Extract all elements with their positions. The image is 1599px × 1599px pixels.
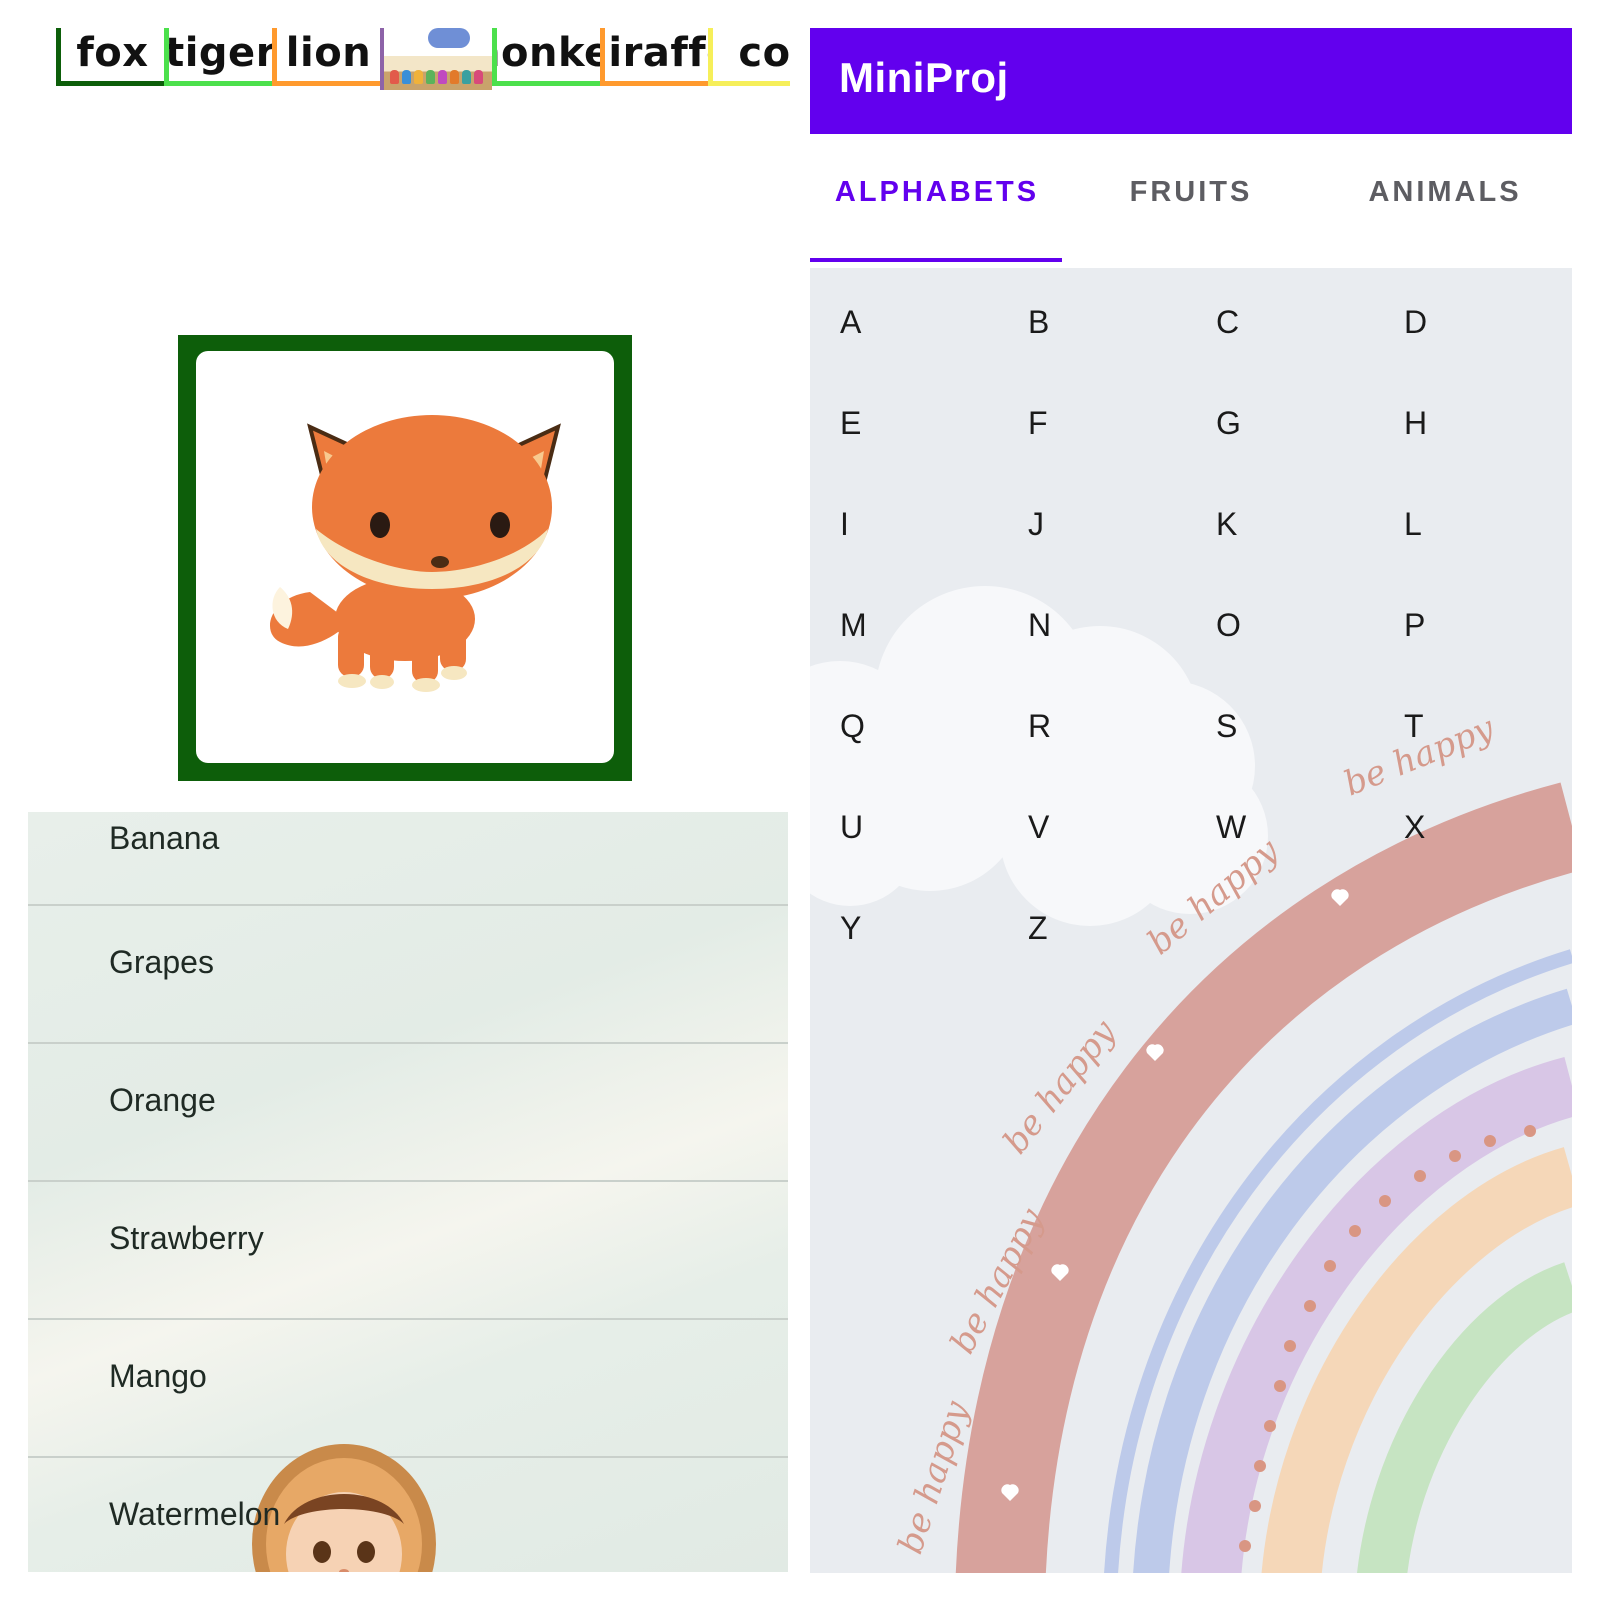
- letter-cell-r[interactable]: R: [1028, 708, 1088, 745]
- letter-cell-s[interactable]: S: [1216, 708, 1276, 745]
- fruit-label: Mango: [109, 1358, 207, 1394]
- letter-cell-a[interactable]: A: [840, 304, 900, 341]
- fruit-list-item[interactable]: Strawberry: [28, 1182, 788, 1320]
- fruit-label: Banana: [109, 820, 220, 856]
- letter-cell-u[interactable]: U: [840, 809, 900, 846]
- child-figure-icon: [450, 70, 459, 84]
- letter-cell-x[interactable]: X: [1404, 809, 1464, 846]
- strip-picture-card[interactable]: [380, 28, 492, 90]
- child-figure-icon: [474, 70, 483, 84]
- rainbow-wallpaper: be happy be happy be happy be happy be h…: [810, 586, 1572, 1573]
- fruit-label: Grapes: [109, 944, 214, 980]
- child-figure-icon: [438, 70, 447, 84]
- fruit-label: Strawberry: [109, 1220, 264, 1256]
- letter-cell-e[interactable]: E: [840, 405, 900, 442]
- tab-bar: ALPHABETS FRUITS ANIMALS: [810, 134, 1572, 268]
- letter-cell-h[interactable]: H: [1404, 405, 1464, 442]
- child-figure-icon: [426, 70, 435, 84]
- left-panel: foxtigerlion monkeygiraffeco: [0, 0, 800, 1599]
- letter-cell-v[interactable]: V: [1028, 809, 1088, 846]
- tab-alphabets[interactable]: ALPHABETS: [810, 176, 1064, 268]
- selected-animal-card: [196, 351, 614, 763]
- letter-cell-z[interactable]: Z: [1028, 910, 1088, 947]
- fruit-list-item[interactable]: Orange: [28, 1044, 788, 1182]
- fruit-label: Orange: [109, 1082, 216, 1118]
- letter-cell-f[interactable]: F: [1028, 405, 1088, 442]
- animal-card-fox[interactable]: fox: [56, 28, 164, 86]
- child-figure-icon: [414, 70, 423, 84]
- tab-fruits[interactable]: FRUITS: [1064, 176, 1318, 268]
- letter-cell-o[interactable]: O: [1216, 607, 1276, 644]
- app-screen: MiniProj ALPHABETS FRUITS ANIMALS be hap…: [810, 28, 1572, 1573]
- letter-cell-b[interactable]: B: [1028, 304, 1088, 341]
- letter-cell-g[interactable]: G: [1216, 405, 1276, 442]
- app-title: MiniProj: [839, 54, 1009, 101]
- app-bar: MiniProj: [810, 28, 1572, 134]
- animal-card-tiger[interactable]: tiger: [164, 28, 272, 86]
- letter-cell-n[interactable]: N: [1028, 607, 1088, 644]
- letter-cell-y[interactable]: Y: [840, 910, 900, 947]
- letter-cell-m[interactable]: M: [840, 607, 900, 644]
- fruit-list: Banana Grapes Orange Strawberry Mango Wa…: [28, 812, 788, 1572]
- letter-cell-l[interactable]: L: [1404, 506, 1464, 543]
- child-figure-icon: [462, 70, 471, 84]
- child-figure-icon: [390, 70, 399, 84]
- letter-cell-q[interactable]: Q: [840, 708, 900, 745]
- cloud-icon: [428, 28, 470, 48]
- fruit-list-item[interactable]: Banana: [28, 812, 788, 906]
- tab-animals[interactable]: ANIMALS: [1318, 176, 1572, 268]
- letter-cell-k[interactable]: K: [1216, 506, 1276, 543]
- animal-card-monkey[interactable]: monkey: [492, 28, 600, 86]
- letter-cell-d[interactable]: D: [1404, 304, 1464, 341]
- animal-card-strip[interactable]: foxtigerlion monkeygiraffeco: [56, 28, 790, 92]
- letter-cell-p[interactable]: P: [1404, 607, 1464, 644]
- animal-card-co[interactable]: co: [708, 28, 790, 86]
- alphabet-grid: be happy be happy be happy be happy be h…: [810, 296, 1572, 1573]
- fox-icon: [270, 415, 561, 692]
- letter-cell-t[interactable]: T: [1404, 708, 1464, 745]
- child-figure-icon: [402, 70, 411, 84]
- letter-cell-w[interactable]: W: [1216, 809, 1276, 846]
- selected-animal-frame: [178, 335, 632, 781]
- fruit-list-item[interactable]: Grapes: [28, 906, 788, 1044]
- letter-cell-j[interactable]: J: [1028, 506, 1088, 543]
- animal-card-lion[interactable]: lion: [272, 28, 380, 86]
- letter-cell-c[interactable]: C: [1216, 304, 1276, 341]
- letter-cell-i[interactable]: I: [840, 506, 900, 543]
- fruit-label: Watermelon: [109, 1496, 281, 1532]
- fruit-list-item[interactable]: Watermelon: [28, 1458, 788, 1572]
- animal-card-giraffe[interactable]: giraffe: [600, 28, 708, 86]
